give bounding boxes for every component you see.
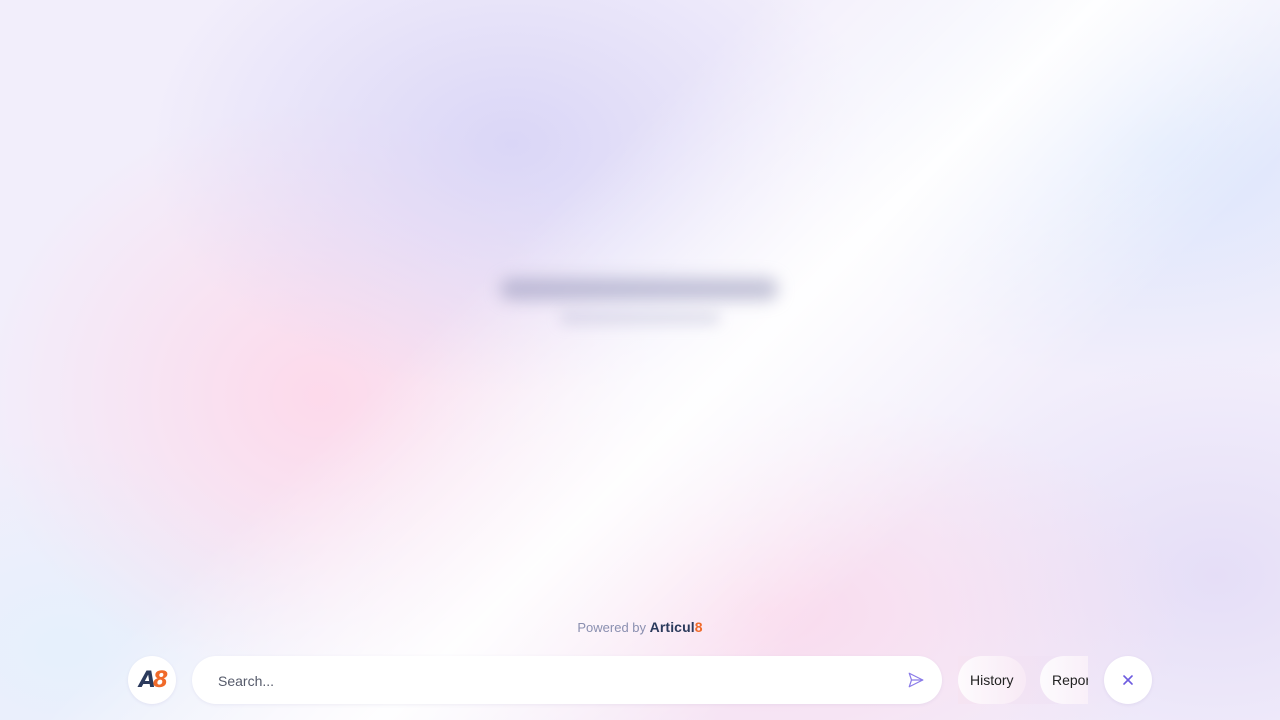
background bbox=[0, 0, 1280, 720]
powered-by-prefix: Powered by bbox=[577, 620, 647, 635]
search-box bbox=[192, 656, 942, 706]
bottom-bar: A8 History Reports bbox=[0, 656, 1280, 706]
powered-by: Powered by Articul8 bbox=[0, 619, 1280, 635]
blurred-subheading bbox=[560, 312, 720, 324]
blurred-heading bbox=[500, 278, 778, 300]
close-button[interactable] bbox=[1104, 656, 1152, 704]
powered-by-brand[interactable]: Articul8 bbox=[650, 619, 703, 635]
assistant-logo-button[interactable]: A8 bbox=[128, 656, 176, 704]
search-input[interactable] bbox=[216, 656, 880, 706]
quick-actions: History Reports bbox=[958, 656, 1088, 704]
articul8-logo-icon: A8 bbox=[138, 667, 168, 693]
history-button[interactable]: History bbox=[958, 656, 1026, 704]
send-icon bbox=[908, 672, 924, 688]
close-icon bbox=[1123, 675, 1133, 685]
reports-button[interactable]: Reports bbox=[1040, 656, 1088, 704]
brand-name: Articul bbox=[649, 619, 695, 635]
brand-accent: 8 bbox=[694, 619, 703, 635]
send-button[interactable] bbox=[906, 670, 926, 690]
